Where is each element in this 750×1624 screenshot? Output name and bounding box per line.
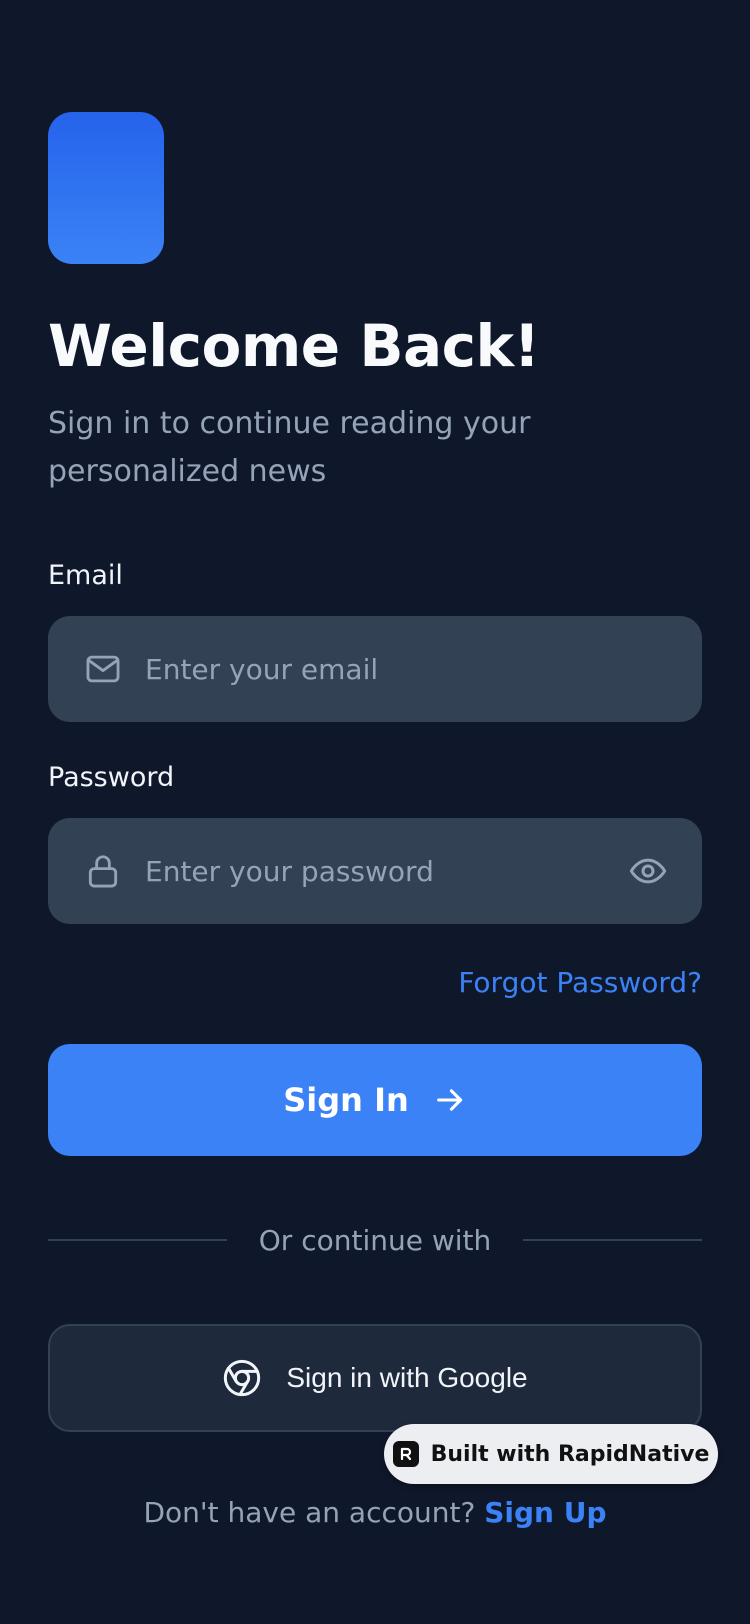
sign-in-button[interactable]: Sign In xyxy=(48,1044,702,1156)
google-sign-in-label: Sign in with Google xyxy=(286,1362,528,1393)
signup-prompt: Don't have an account? Sign Up xyxy=(0,1496,750,1529)
google-sign-in-button[interactable]: Sign in with Google xyxy=(48,1324,702,1432)
app-logo xyxy=(48,112,164,264)
arrow-right-icon xyxy=(433,1083,467,1117)
email-field-container xyxy=(48,616,702,722)
password-input[interactable] xyxy=(145,818,626,924)
password-field-container xyxy=(48,818,702,924)
rapidnative-logo-icon xyxy=(392,1441,419,1467)
email-label: Email xyxy=(48,560,123,591)
sign-up-link[interactable]: Sign Up xyxy=(484,1496,606,1529)
eye-icon[interactable] xyxy=(626,849,670,893)
signup-prompt-text: Don't have an account? xyxy=(143,1496,476,1529)
divider: Or continue with xyxy=(48,1220,703,1260)
chrome-icon xyxy=(222,1358,262,1398)
lock-icon xyxy=(81,849,125,893)
badge-label: Built with RapidNative xyxy=(430,1441,710,1467)
divider-text: Or continue with xyxy=(258,1223,492,1257)
built-with-badge[interactable]: Built with RapidNative xyxy=(384,1424,718,1484)
page-subtitle: Sign in to continue reading your persona… xyxy=(48,406,531,489)
forgot-password-link[interactable]: Forgot Password? xyxy=(458,966,702,999)
divider-line-left xyxy=(48,1239,227,1241)
email-input[interactable] xyxy=(145,616,702,722)
password-label: Password xyxy=(48,762,175,793)
sign-in-label: Sign In xyxy=(283,1081,409,1119)
page-title: Welcome Back! xyxy=(48,312,540,380)
mail-icon xyxy=(81,647,125,691)
divider-line-right xyxy=(523,1239,703,1241)
